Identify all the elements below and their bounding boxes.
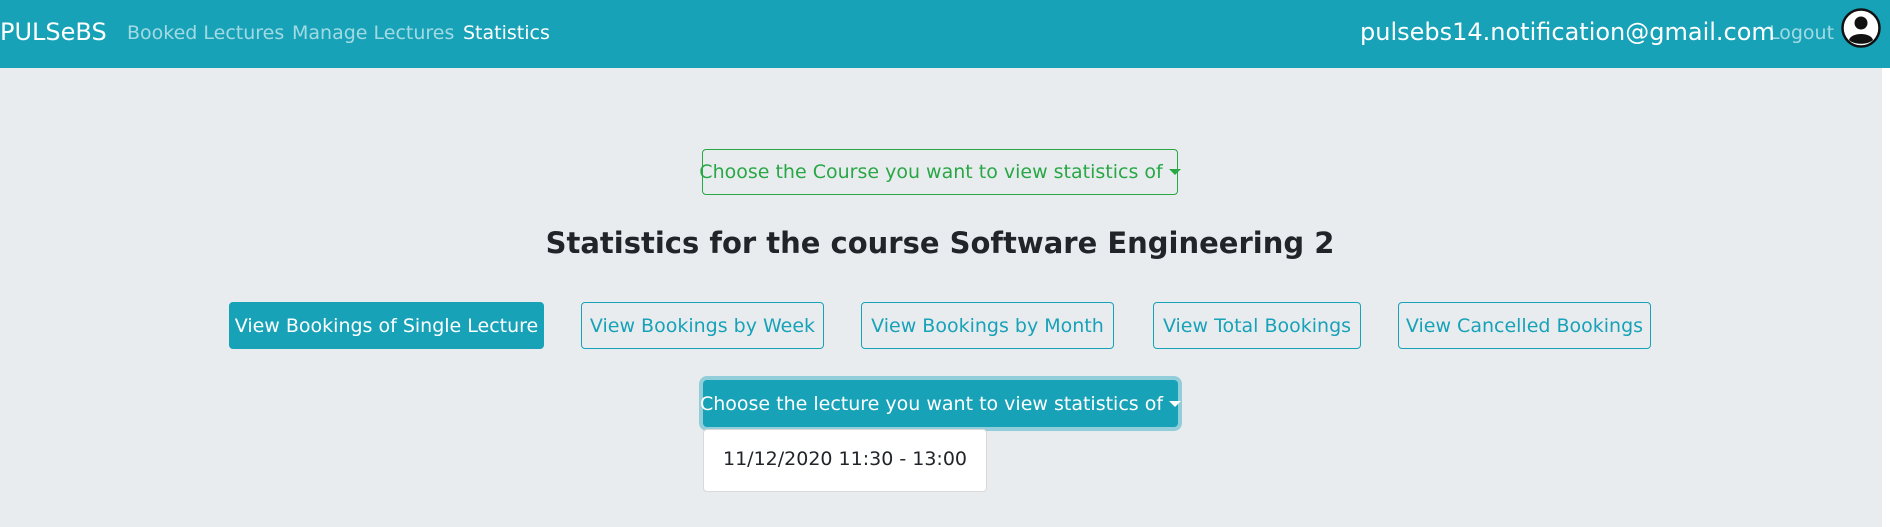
caret-down-icon — [1168, 169, 1181, 175]
lecture-dropdown-button[interactable]: Choose the lecture you want to view stat… — [699, 380, 1182, 427]
user-circle-icon[interactable] — [1841, 8, 1881, 48]
caret-down-icon — [1169, 400, 1182, 407]
nav-link-manage-lectures[interactable]: Manage Lectures — [292, 22, 454, 44]
user-email: pulsebs14.notification@gmail.com — [1360, 18, 1775, 46]
navbar: PULSeBS Booked Lectures Manage Lectures … — [0, 0, 1890, 68]
lecture-dropdown-menu: 11/12/2020 11:30 - 13:00 — [703, 429, 987, 492]
nav-link-booked-lectures[interactable]: Booked Lectures — [127, 22, 284, 44]
view-total-bookings-button[interactable]: View Total Bookings — [1153, 302, 1361, 349]
view-bookings-by-month-button[interactable]: View Bookings by Month — [861, 302, 1114, 349]
scrollbar[interactable] — [1882, 68, 1890, 527]
lecture-dropdown-label: Choose the lecture you want to view stat… — [699, 392, 1164, 415]
logout-link[interactable]: Logout — [1769, 22, 1834, 44]
view-bookings-by-week-button[interactable]: View Bookings by Week — [581, 302, 824, 349]
nav-link-statistics[interactable]: Statistics — [463, 22, 550, 44]
brand-logo[interactable]: PULSeBS — [0, 18, 107, 46]
lecture-option[interactable]: 11/12/2020 11:30 - 13:00 — [704, 448, 986, 470]
page-title: Statistics for the course Software Engin… — [545, 226, 1335, 260]
course-dropdown-label: Choose the Course you want to view stati… — [699, 161, 1163, 183]
view-cancelled-bookings-button[interactable]: View Cancelled Bookings — [1398, 302, 1651, 349]
view-bookings-single-lecture-button[interactable]: View Bookings of Single Lecture — [229, 302, 544, 349]
course-dropdown-button[interactable]: Choose the Course you want to view stati… — [699, 149, 1181, 195]
